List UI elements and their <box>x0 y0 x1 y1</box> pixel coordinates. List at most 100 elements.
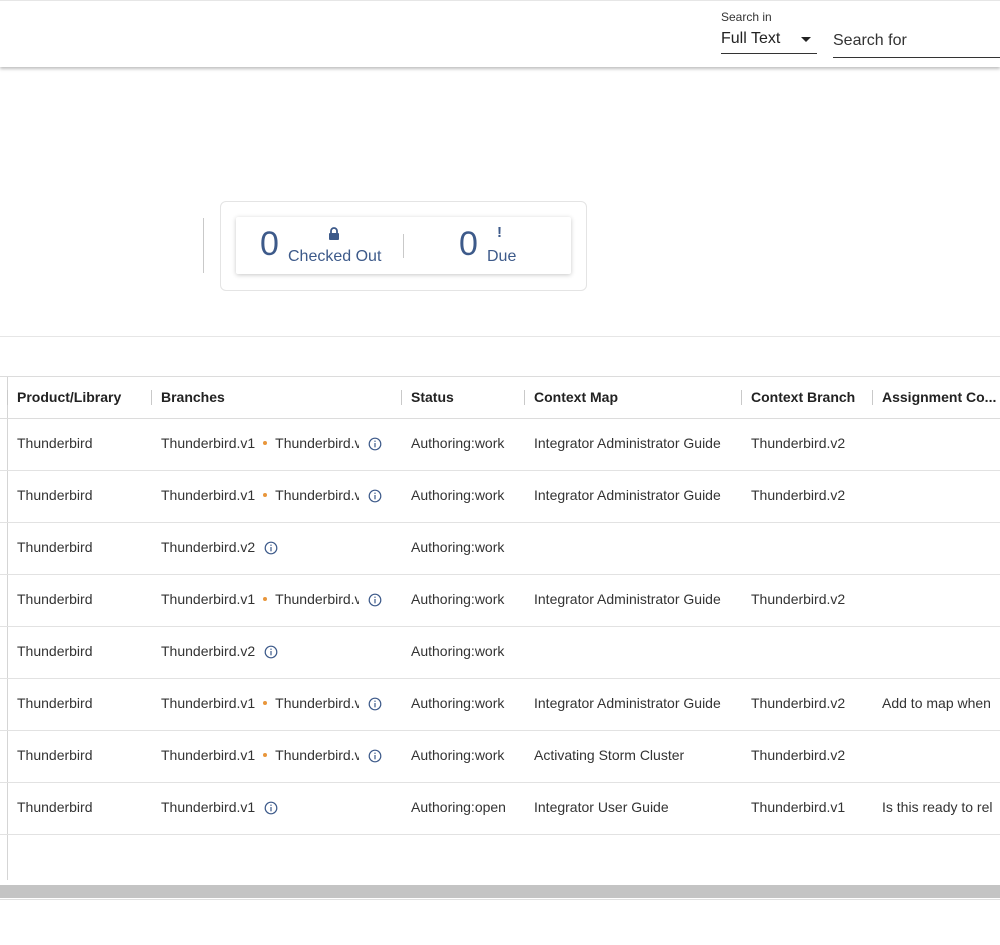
divider <box>203 218 204 273</box>
branch-separator-dot <box>263 701 268 706</box>
assignment-comment-cell: Is this ready to rel <box>882 799 993 815</box>
divider <box>0 899 1000 900</box>
table-row[interactable]: Thunderbird Thunderbird.v2 Authoring:work <box>0 523 1000 575</box>
branch-separator-dot <box>263 597 268 602</box>
section-divider <box>0 336 1000 337</box>
context-map-cell: Integrator User Guide <box>534 799 669 815</box>
results-table: Product/Library Branches Status Context … <box>0 376 1000 835</box>
branch-label: Thunderbird.v2 <box>161 643 256 659</box>
table-row[interactable]: Thunderbird Thunderbird.v1 Authoring:open I… <box>0 783 1000 835</box>
assignment-comment-cell: Add to map when <box>882 695 991 711</box>
product-cell: Thunderbird <box>17 643 93 659</box>
branches-cell: Thunderbird.v2 <box>161 627 359 678</box>
assignment-comment-cell <box>882 575 1000 626</box>
column-header-context-branch[interactable]: Context Branch <box>751 377 866 418</box>
column-header-assignment[interactable]: Assignment Co... <box>882 377 1000 418</box>
branch-label: Thunderbird.v1 <box>161 591 256 607</box>
branch-label: Thunderbird.v <box>275 487 359 503</box>
column-resize-handle[interactable] <box>401 390 402 405</box>
checked-out-label[interactable]: Checked Out <box>288 248 381 266</box>
table-row[interactable]: Thunderbird Thunderbird.v2 Authoring:work <box>0 627 1000 679</box>
info-icon[interactable] <box>368 489 382 503</box>
context-branch-cell: Thunderbird.v2 <box>751 435 846 451</box>
context-map-cell <box>534 627 734 678</box>
column-header-product[interactable]: Product/Library <box>17 377 142 418</box>
table-row[interactable]: Thunderbird Thunderbird.v1 Thunderbird.v Au… <box>0 679 1000 731</box>
search-input[interactable]: Search for <box>833 31 1000 58</box>
assignment-comment-cell <box>882 731 1000 782</box>
column-resize-handle[interactable] <box>741 390 742 405</box>
table-row[interactable]: Thunderbird Thunderbird.v1 Thunderbird.v Au… <box>0 419 1000 471</box>
branches-cell: Thunderbird.v1 Thunderbird.v <box>161 575 359 626</box>
exclamation-icon: ! <box>497 224 502 241</box>
assignment-comment-cell <box>882 471 1000 522</box>
search-in-select[interactable]: Full Text <box>721 28 817 54</box>
due-count[interactable]: 0 <box>459 225 478 264</box>
column-header-context-map[interactable]: Context Map <box>534 377 729 418</box>
info-icon[interactable] <box>264 645 278 659</box>
column-resize-handle[interactable] <box>524 390 525 405</box>
info-icon[interactable] <box>368 437 382 451</box>
caret-down-icon[interactable] <box>801 37 811 42</box>
branches-cell: Thunderbird.v1 <box>161 783 359 834</box>
horizontal-scrollbar[interactable] <box>0 885 1000 898</box>
assignment-comment-cell <box>882 523 1000 574</box>
branch-separator-dot <box>263 753 268 758</box>
status-cell: Authoring:work <box>411 487 505 503</box>
status-cell: Authoring:work <box>411 695 505 711</box>
assignment-comment-cell <box>882 627 1000 678</box>
checked-out-count[interactable]: 0 <box>260 225 279 264</box>
branch-separator-dot <box>263 493 268 498</box>
column-resize-handle[interactable] <box>872 390 873 405</box>
column-header-status[interactable]: Status <box>411 377 516 418</box>
due-label[interactable]: Due <box>487 248 516 266</box>
context-map-cell: Integrator Administrator Guide <box>534 487 721 503</box>
search-in-dropdown[interactable]: Search in Full Text <box>721 10 817 54</box>
status-cell: Authoring:work <box>411 435 505 451</box>
product-cell: Thunderbird <box>17 591 93 607</box>
table-row[interactable]: Thunderbird Thunderbird.v1 Thunderbird.v Au… <box>0 471 1000 523</box>
branches-cell: Thunderbird.v1 Thunderbird.v <box>161 471 359 522</box>
branch-label: Thunderbird.v1 <box>161 487 256 503</box>
assignment-comment-cell <box>882 419 1000 470</box>
info-icon[interactable] <box>368 593 382 607</box>
column-resize-handle[interactable] <box>7 390 8 405</box>
branch-label: Thunderbird.v1 <box>161 435 256 451</box>
info-icon[interactable] <box>264 541 278 555</box>
context-branch-cell: Thunderbird.v2 <box>751 591 846 607</box>
product-cell: Thunderbird <box>17 695 93 711</box>
branch-label: Thunderbird.v <box>275 591 359 607</box>
search-in-value: Full Text <box>721 30 781 47</box>
column-header-branches[interactable]: Branches <box>161 377 391 418</box>
info-icon[interactable] <box>368 749 382 763</box>
context-branch-cell <box>751 627 869 678</box>
branch-label: Thunderbird.v <box>275 695 359 711</box>
product-cell: Thunderbird <box>17 747 93 763</box>
context-map-cell: Integrator Administrator Guide <box>534 435 721 451</box>
branch-label: Thunderbird.v2 <box>161 539 256 555</box>
context-branch-cell: Thunderbird.v2 <box>751 487 846 503</box>
status-cell: Authoring:open <box>411 799 506 815</box>
status-cell: Authoring:work <box>411 747 505 763</box>
info-icon[interactable] <box>264 801 278 815</box>
column-resize-handle[interactable] <box>151 390 152 405</box>
top-toolbar: Search in Full Text Search for <box>0 0 1000 67</box>
context-branch-cell: Thunderbird.v1 <box>751 799 846 815</box>
branch-label: Thunderbird.v <box>275 435 359 451</box>
search-in-label: Search in <box>721 10 772 24</box>
branches-cell: Thunderbird.v1 Thunderbird.v <box>161 731 359 782</box>
info-icon[interactable] <box>368 697 382 711</box>
product-cell: Thunderbird <box>17 435 93 451</box>
branches-cell: Thunderbird.v1 Thunderbird.v <box>161 679 359 730</box>
context-branch-cell: Thunderbird.v2 <box>751 695 846 711</box>
status-cell: Authoring:work <box>411 539 505 555</box>
table-body: Thunderbird Thunderbird.v1 Thunderbird.v Au… <box>0 419 1000 835</box>
product-cell: Thunderbird <box>17 487 93 503</box>
table-row[interactable]: Thunderbird Thunderbird.v1 Thunderbird.v Au… <box>0 575 1000 627</box>
status-cell: Authoring:work <box>411 643 505 659</box>
branches-cell: Thunderbird.v2 <box>161 523 359 574</box>
stat-separator <box>403 234 404 258</box>
branch-label: Thunderbird.v1 <box>161 747 256 763</box>
status-cell: Authoring:work <box>411 591 505 607</box>
table-row[interactable]: Thunderbird Thunderbird.v1 Thunderbird.v Au… <box>0 731 1000 783</box>
